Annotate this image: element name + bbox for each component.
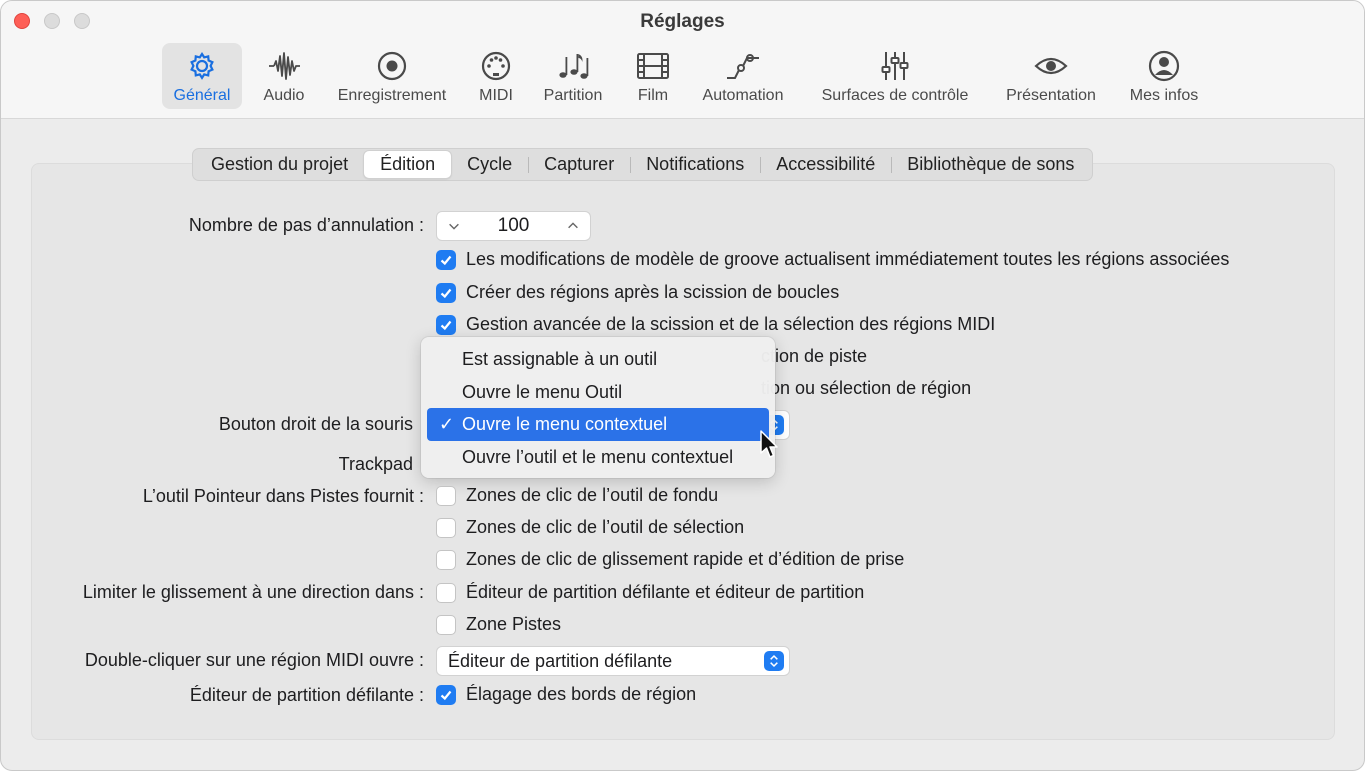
double-click-popup[interactable]: Éditeur de partition défilante (436, 646, 790, 676)
waveform-icon (269, 52, 300, 80)
tab-sound-library[interactable]: Bibliothèque de sons (891, 151, 1090, 178)
menu-item-label: Ouvre l’outil et le menu contextuel (462, 446, 734, 467)
menu-item-label: Est assignable à un outil (462, 349, 658, 369)
undo-steps-value: 100 (497, 215, 530, 236)
option-label: Zone Pistes (466, 614, 562, 634)
toolbar-score[interactable]: Partition (537, 43, 609, 109)
sliders-icon (881, 52, 909, 80)
checkbox-checked[interactable] (436, 684, 456, 705)
popup-value: Éditeur de partition défilante (448, 650, 673, 671)
piano-roll-label: Éditeur de partition défilante : (189, 685, 424, 705)
window-title: Réglages (640, 11, 725, 32)
checkbox-checked[interactable] (436, 249, 456, 270)
tab-project-handling[interactable]: Gestion du projet (195, 151, 364, 178)
toolbar-label: Audio (263, 87, 305, 104)
toolbar-label: Enregistrement (337, 87, 447, 104)
checkbox-checked[interactable] (436, 314, 456, 335)
toolbar-label: Partition (543, 87, 603, 104)
checkbox-unchecked[interactable] (436, 549, 456, 570)
groove-template-option[interactable]: Les modifications de modèle de groove ac… (436, 249, 1229, 270)
toolbar-label: Surfaces de contrôle (821, 87, 969, 104)
undo-steps-stepper[interactable]: 100 (436, 211, 591, 241)
create-regions-option[interactable]: Créer des régions après la scission de b… (436, 282, 839, 303)
option-label: Zones de clic de glissement rapide et d’… (466, 549, 905, 569)
toolbar-label: Général (173, 87, 231, 104)
region-selection-option: tion ou sélection de région (761, 378, 971, 399)
option-label: Les modifications de modèle de groove ac… (466, 249, 1230, 269)
option-label-partial: tion ou sélection de région (761, 378, 972, 398)
tab-notifications[interactable]: Notifications (630, 151, 760, 178)
toolbar-label: Présentation (1006, 87, 1096, 104)
advanced-midi-option[interactable]: Gestion avancée de la scission et de la … (436, 314, 995, 335)
checkbox-unchecked[interactable] (436, 517, 456, 538)
option-label: Éditeur de partition défilante et éditeu… (466, 582, 865, 602)
tab-cycle[interactable]: Cycle (451, 151, 528, 178)
film-icon (637, 53, 669, 79)
toolbar-my-info[interactable]: Mes infos (1123, 43, 1205, 109)
toolbar-midi[interactable]: MIDI (471, 43, 521, 109)
automation-curve-icon (727, 54, 759, 79)
checkbox-unchecked[interactable] (436, 485, 456, 506)
tab-accessibility[interactable]: Accessibilité (760, 151, 891, 178)
region-border-trimming-option[interactable]: Élagage des bords de région (436, 684, 696, 705)
option-label-partial: ction de piste (761, 346, 868, 366)
option-label: Élagage des bords de région (466, 684, 697, 704)
toolbar-label: MIDI (479, 87, 513, 104)
marquee-tool-option[interactable]: Zones de clic de l’outil de sélection (436, 517, 744, 538)
undo-steps-label: Nombre de pas d’annulation : (188, 215, 424, 235)
popup-chevron-icon (764, 651, 784, 671)
pointer-tool-label: L’outil Pointeur dans Pistes fournit : (142, 486, 424, 506)
gear-icon (190, 51, 214, 80)
limit-drag-label: Limiter le glissement à une direction da… (82, 582, 424, 602)
tab-editing[interactable]: Édition (364, 151, 452, 178)
music-notes-icon (559, 54, 589, 79)
double-click-label: Double-cliquer sur une région MIDI ouvre… (84, 650, 424, 670)
option-label: Zones de clic de l’outil de sélection (466, 517, 745, 537)
menu-item-label: Ouvre le menu Outil (462, 381, 623, 402)
menu-item-context-menu[interactable]: ✓ Ouvre le menu contextuel (427, 408, 769, 441)
preferences-window: Réglages Général Audio Enregistrement MI… (0, 0, 1365, 771)
eye-icon (1034, 57, 1068, 75)
toolbar-automation[interactable]: Automation (695, 43, 791, 109)
trackpad-label: Trackpad (338, 454, 413, 474)
toolbar-label: Film (637, 87, 669, 104)
right-mouse-label: Bouton droit de la souris (218, 414, 413, 434)
chevron-up-icon[interactable] (564, 217, 582, 235)
record-icon (377, 51, 407, 81)
checkbox-unchecked[interactable] (436, 582, 456, 603)
menu-item-assignable[interactable]: Est assignable à un outil (427, 343, 769, 376)
right-mouse-menu: Est assignable à un outil Ouvre le menu … (421, 337, 775, 478)
editing-tabs: Gestion du projet Édition Cycle Capturer… (192, 148, 1094, 181)
piano-roll-score-option[interactable]: Éditeur de partition défilante et éditeu… (436, 582, 864, 603)
menu-item-tool-menu[interactable]: Ouvre le menu Outil (427, 376, 769, 409)
checkbox-unchecked[interactable] (436, 614, 456, 635)
toolbar-label: Automation (702, 87, 784, 104)
toolbar-recording[interactable]: Enregistrement (331, 43, 453, 109)
toolbar-control-surfaces[interactable]: Surfaces de contrôle (813, 43, 977, 109)
option-label: Créer des régions après la scission de b… (466, 282, 840, 302)
fade-tool-option[interactable]: Zones de clic de l’outil de fondu (436, 485, 718, 506)
person-icon (1148, 50, 1180, 82)
menu-item-label: Ouvre le menu contextuel (462, 414, 668, 434)
checkbox-checked[interactable] (436, 282, 456, 303)
toolbar-display[interactable]: Présentation (999, 43, 1103, 109)
quick-swipe-option[interactable]: Zones de clic de glissement rapide et d’… (436, 549, 904, 570)
menu-item-tool-and-context[interactable]: Ouvre l’outil et le menu contextuel (427, 441, 769, 474)
toolbar-general[interactable]: Général (162, 43, 242, 109)
toolbar-label: Mes infos (1129, 87, 1199, 104)
midi-port-icon (481, 51, 511, 81)
mouse-pointer-icon (760, 430, 778, 458)
option-label: Gestion avancée de la scission et de la … (466, 314, 996, 334)
track-selection-option: ction de piste (761, 346, 867, 367)
tracks-area-option[interactable]: Zone Pistes (436, 614, 561, 635)
checkmark-icon: ✓ (439, 414, 455, 434)
toolbar: Réglages Général Audio Enregistrement MI… (1, 1, 1364, 119)
toolbar-movie[interactable]: Film (629, 43, 677, 109)
option-label: Zones de clic de l’outil de fondu (466, 485, 719, 505)
chevron-down-icon[interactable] (445, 217, 463, 235)
toolbar-audio[interactable]: Audio (253, 43, 315, 109)
tab-capture[interactable]: Capturer (528, 151, 630, 178)
